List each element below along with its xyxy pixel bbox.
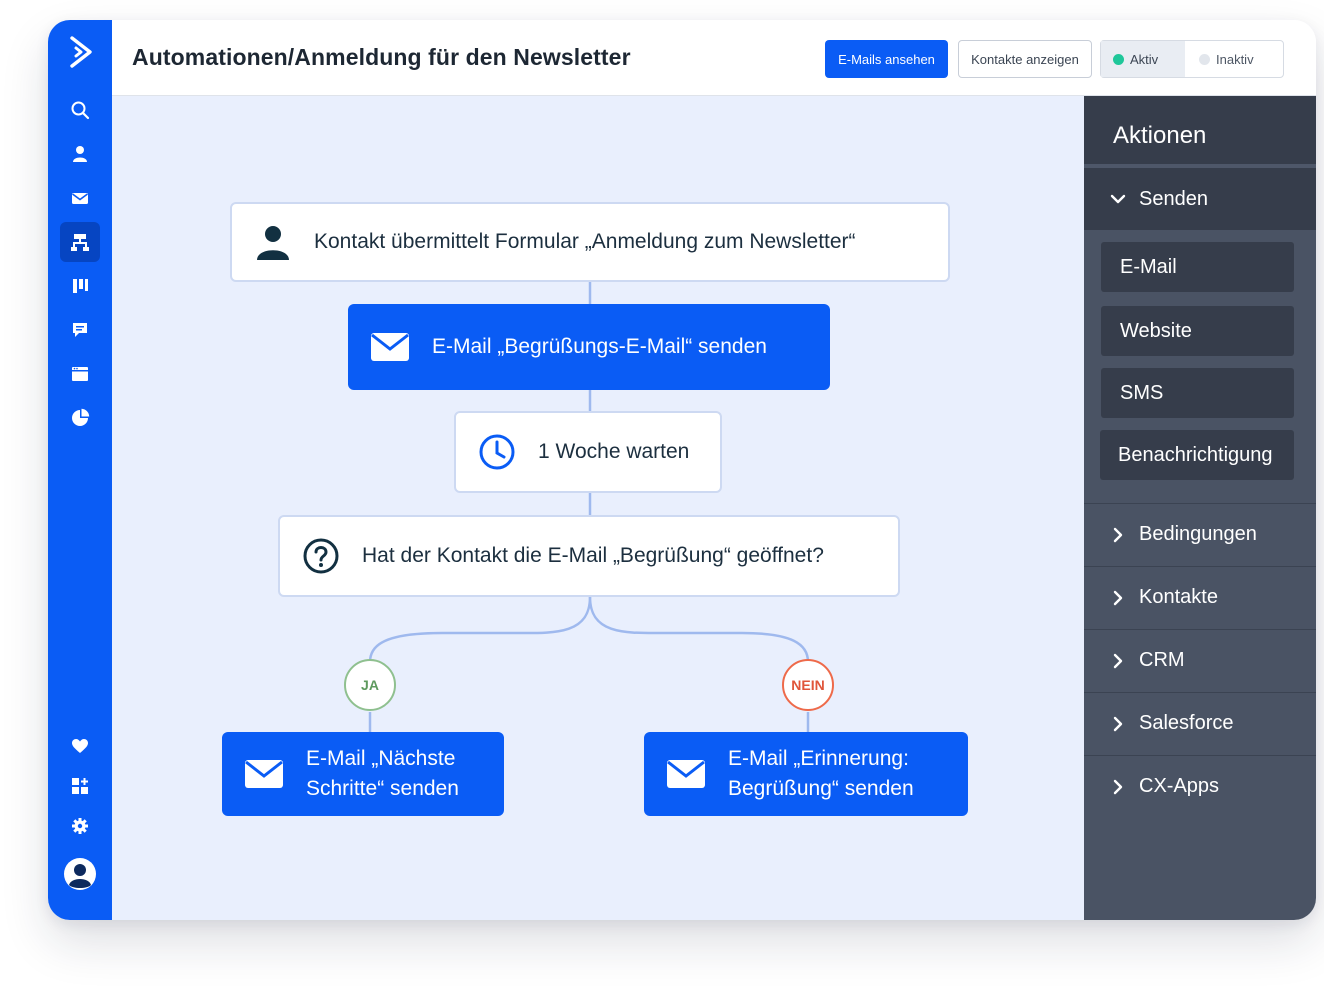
section-senden-label: Senden [1139,187,1208,210]
action-sms[interactable]: SMS [1101,368,1294,418]
chevron-right-icon [1113,779,1123,794]
chevron-right-icon [1113,716,1123,731]
clock-icon [456,433,538,471]
page-title: Automationen/Anmeldung für den Newslette… [132,44,631,70]
section-bedingungen-label: Bedingungen [1139,523,1257,545]
top-header: Automationen/Anmeldung für den Newslette… [112,20,1316,96]
section-salesforce-label: Salesforce [1139,712,1234,734]
contact-icon [232,222,314,262]
show-contacts-button[interactable]: Kontakte anzeigen [958,40,1092,78]
section-senden[interactable]: Senden [1084,168,1316,230]
no-send-email-text: E-Mail „Erinnerung: Begrüßung“ senden [728,744,914,804]
status-inactive-option[interactable]: Inaktiv [1185,41,1283,77]
search-icon[interactable] [60,90,100,130]
condition-node[interactable]: Hat der Kontakt die E-Mail „Begrüßung“ g… [278,515,900,597]
active-dot-icon [1113,53,1124,65]
reports-icon[interactable] [60,398,100,438]
chevron-down-icon [1110,194,1126,204]
logo-icon[interactable] [66,34,96,70]
status-inactive-label: Inaktiv [1216,51,1254,67]
chevron-right-icon [1113,527,1123,542]
automations-icon[interactable] [60,222,100,262]
left-nav-rail [48,20,112,920]
section-kontakte-label: Kontakte [1139,586,1218,608]
actions-panel: Aktionen Senden E-Mail Website SMS Benac… [1084,96,1316,920]
envelope-icon[interactable] [60,178,100,218]
no-send-email-line-2: Begrüßung“ senden [728,777,914,800]
conversations-icon[interactable] [60,310,100,350]
apps-icon[interactable] [60,766,100,806]
yes-send-email-line-2: Schritte“ senden [306,777,459,800]
section-salesforce[interactable]: Salesforce [1084,692,1316,754]
envelope-icon [348,333,432,361]
automation-builder-window: Automationen/Anmeldung für den Newslette… [48,20,1316,920]
envelope-icon [644,760,728,788]
trigger-node[interactable]: Kontakt übermittelt Formular „Anmeldung … [230,202,950,282]
section-bedingungen[interactable]: Bedingungen [1084,503,1316,565]
section-crm-label: CRM [1139,649,1185,671]
send-welcome-email-text: E-Mail „Begrüßungs-E-Mail“ senden [432,335,767,358]
wait-node[interactable]: 1 Woche warten [454,411,722,493]
heart-icon[interactable] [60,726,100,766]
deals-board-icon[interactable] [60,266,100,306]
view-emails-button[interactable]: E-Mails ansehen [825,40,948,78]
avatar[interactable] [60,854,100,894]
actions-panel-title: Aktionen [1084,96,1316,164]
section-cx-apps-label: CX-Apps [1139,775,1220,797]
yes-send-email-text: E-Mail „Nächste Schritte“ senden [306,744,459,804]
gear-icon[interactable] [60,806,100,846]
no-branch-badge: NEIN [782,659,834,711]
status-active-label: Aktiv [1130,51,1159,67]
no-send-email-node[interactable]: E-Mail „Erinnerung: Begrüßung“ senden [644,732,968,816]
status-toggle: Aktiv Inaktiv [1100,40,1284,78]
chevron-right-icon [1113,653,1123,668]
no-send-email-line-1: E-Mail „Erinnerung: [728,747,909,770]
contacts-icon[interactable] [60,134,100,174]
action-email[interactable]: E-Mail [1101,242,1294,292]
trigger-text: Kontakt übermittelt Formular „Anmeldung … [314,230,856,253]
condition-text: Hat der Kontakt die E-Mail „Begrüßung“ g… [362,544,824,567]
wait-text: 1 Woche warten [538,440,690,463]
envelope-icon [222,760,306,788]
yes-branch-badge: JA [344,659,396,711]
action-notification[interactable]: Benachrichtigung [1100,430,1294,480]
question-icon [280,537,362,575]
section-kontakte[interactable]: Kontakte [1084,566,1316,628]
send-welcome-email-node[interactable]: E-Mail „Begrüßungs-E-Mail“ senden [348,304,830,390]
status-active-option[interactable]: Aktiv [1101,41,1185,77]
yes-send-email-node[interactable]: E-Mail „Nächste Schritte“ senden [222,732,504,816]
action-website[interactable]: Website [1101,306,1294,356]
workflow-canvas[interactable]: Kontakt übermittelt Formular „Anmeldung … [112,96,1084,920]
yes-send-email-line-1: E-Mail „Nächste [306,747,456,770]
section-cx-apps[interactable]: CX-Apps [1084,755,1316,817]
website-icon[interactable] [60,354,100,394]
chevron-right-icon [1113,590,1123,605]
inactive-dot-icon [1199,53,1210,65]
section-crm[interactable]: CRM [1084,629,1316,691]
